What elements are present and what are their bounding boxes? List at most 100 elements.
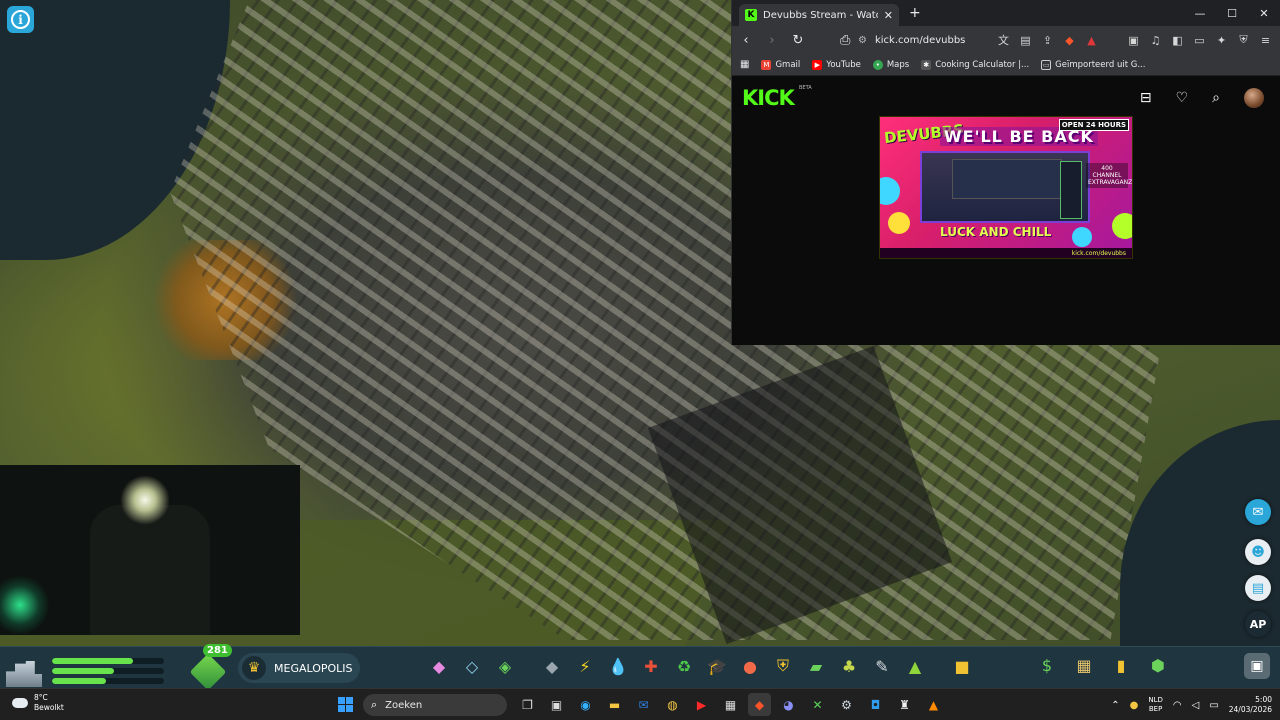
steam-icon[interactable]: ⚙ [835, 693, 858, 716]
milestone-label: MEGALOPOLIS [274, 661, 353, 675]
xbox-icon[interactable]: ✕ [806, 693, 829, 716]
electricity-icon[interactable]: ⚡ [574, 655, 596, 677]
landscape-icon[interactable]: ▲ [904, 655, 926, 677]
minimize-button[interactable]: — [1184, 0, 1216, 26]
management-tools: $ ▦ ▮ ⬢ [1036, 654, 1169, 676]
tab-kick-stream[interactable]: K Devubbs Stream - Watch Live on Kick ✕ [739, 4, 899, 26]
new-tab-button[interactable]: + [909, 5, 921, 21]
bookmark-maps[interactable]: • Maps [872, 59, 909, 70]
battery-icon[interactable]: ▭ [1209, 700, 1218, 711]
communications-icon[interactable]: ✎ [871, 655, 893, 677]
wifi-icon[interactable]: ◠ [1173, 700, 1182, 711]
chevron-up-icon[interactable]: ⌃ [1111, 700, 1119, 711]
signature-building-icon[interactable]: ■ [951, 655, 973, 677]
microphone-icon[interactable]: ● [1130, 700, 1139, 711]
music-icon[interactable]: ♫ [1149, 34, 1162, 47]
camera-icon: ▣ [1250, 658, 1264, 674]
file-explorer-icon[interactable]: ▬ [603, 693, 626, 716]
zoning-icon[interactable]: ◆ [428, 655, 450, 677]
brave-shields-icon[interactable]: ◆ [1063, 34, 1076, 47]
brave-browser-icon[interactable]: ◆ [748, 693, 771, 716]
calculator-icon[interactable]: ▦ [719, 693, 742, 716]
map-tiles-icon[interactable]: ▦ [1073, 654, 1095, 676]
stat-bar-fill [52, 658, 133, 664]
photo-mode-button[interactable]: ▣ [1244, 653, 1270, 679]
menu-icon[interactable]: ≡ [1259, 34, 1272, 47]
ap-button[interactable]: AP [1245, 611, 1271, 637]
bookmark-folder-imported[interactable]: ▭ Geïmporteerd uit G... [1041, 59, 1145, 70]
offline-banner[interactable]: DEVUBBS WE'LL BE BACK OPEN 24 HOURS 400 … [879, 116, 1133, 259]
city-stat-bars[interactable] [52, 658, 164, 688]
wallet-icon[interactable]: ▭ [1193, 34, 1206, 47]
landscaping-icon[interactable]: ◈ [494, 655, 516, 677]
chrome-icon[interactable]: ◍ [661, 693, 684, 716]
site-info-icon[interactable]: ⚙ [858, 35, 867, 46]
info-button[interactable]: i [7, 6, 34, 33]
search-icon[interactable]: ⌕ [1212, 90, 1220, 106]
transport-icon[interactable]: ▰ [805, 655, 827, 677]
garbage-icon[interactable]: ♻ [673, 655, 695, 677]
vpn-icon[interactable]: ⛨ [1237, 33, 1250, 47]
close-window-button[interactable]: ✕ [1248, 0, 1280, 26]
following-heart-icon[interactable]: ♡ [1176, 90, 1189, 106]
maximize-button[interactable]: ☐ [1216, 0, 1248, 26]
bookmark-icon[interactable]: ⎙ [840, 33, 850, 48]
youtube-app-icon[interactable]: ▶ [690, 693, 713, 716]
progression-icon[interactable]: ⬢ [1147, 654, 1169, 676]
bookmark-gmail[interactable]: M Gmail [761, 59, 801, 70]
economy-icon[interactable]: $ [1036, 654, 1058, 676]
banner-decoration [1072, 227, 1092, 247]
leo-ai-icon[interactable]: ✦ [1215, 34, 1228, 47]
fire-icon[interactable]: ● [739, 655, 761, 677]
clock[interactable]: 5:00 24/03/2026 [1229, 695, 1272, 715]
back-button[interactable]: ‹ [738, 33, 754, 48]
taskbar-apps: ❐ ▣ ◉ ▬ ✉ ◍ ▶ ▦ ◆ ◕ ✕ ⚙ ◘ ♜ ▲ [516, 693, 945, 716]
weather-widget[interactable]: 8°C Bewolkt [12, 693, 64, 713]
store-icon[interactable]: ▣ [545, 693, 568, 716]
health-icon[interactable]: ✚ [640, 655, 662, 677]
desk-pc-case [1060, 161, 1082, 219]
reader-icon[interactable]: ▤ [1019, 34, 1032, 47]
water-icon[interactable]: 💧 [607, 655, 629, 677]
discord-icon[interactable]: ◕ [777, 693, 800, 716]
close-tab-icon[interactable]: ✕ [884, 9, 893, 22]
bookmark-label: Gmail [775, 59, 801, 70]
citizen-info-button[interactable]: ☻ [1245, 539, 1271, 565]
forward-button[interactable]: › [764, 33, 780, 48]
journal-button[interactable]: ▤ [1245, 575, 1271, 601]
apps-grid-icon[interactable]: ▦ [740, 59, 749, 70]
kick-logo[interactable]: KICK [742, 86, 795, 110]
outlook-icon[interactable]: ✉ [632, 693, 655, 716]
task-view-icon[interactable]: ❐ [516, 693, 539, 716]
edge-icon[interactable]: ◉ [574, 693, 597, 716]
popcorn-icon[interactable]: ♜ [893, 693, 916, 716]
vlc-icon[interactable]: ▲ [922, 693, 945, 716]
milestone-pill[interactable]: ♛ MEGALOPOLIS [238, 653, 360, 683]
generic-app-icon[interactable]: ◘ [864, 693, 887, 716]
language-indicator[interactable]: NLD BEP [1148, 696, 1163, 714]
area-icon[interactable]: ◇ [461, 655, 483, 677]
bookmark-youtube[interactable]: ▶ YouTube [812, 59, 861, 70]
development-points-icon[interactable] [189, 653, 227, 691]
share-icon[interactable]: ⇪ [1041, 34, 1054, 47]
bookmark-cooking-calculator[interactable]: ✱ Cooking Calculator |... [921, 59, 1029, 70]
split-view-icon[interactable]: ◧ [1171, 34, 1184, 47]
parks-icon[interactable]: ♣ [838, 655, 860, 677]
chirper-button[interactable]: ✉ [1245, 499, 1271, 525]
police-icon[interactable]: ⛨ [772, 655, 794, 677]
brave-rewards-icon[interactable]: ▲ [1085, 34, 1098, 47]
browse-icon[interactable]: ⊟ [1140, 90, 1152, 106]
reload-button[interactable]: ↻ [790, 33, 806, 48]
roads-icon[interactable]: ◆ [541, 655, 563, 677]
volume-icon[interactable]: ◁ [1192, 700, 1200, 711]
education-icon[interactable]: 🎓 [706, 655, 728, 677]
system-tray: ⌃ ● NLD BEP ◠ ◁ ▭ 5:00 24/03/2026 [1111, 689, 1272, 720]
population-icon[interactable] [6, 661, 42, 687]
sidebar-icon[interactable]: ▣ [1127, 34, 1140, 47]
start-button[interactable] [338, 697, 353, 712]
statistics-icon[interactable]: ▮ [1110, 654, 1132, 676]
translate-icon[interactable]: 文 [997, 32, 1010, 48]
taskbar-search-input[interactable] [385, 699, 486, 711]
user-avatar[interactable] [1244, 88, 1264, 108]
taskbar-search[interactable]: ⌕ [363, 694, 507, 716]
